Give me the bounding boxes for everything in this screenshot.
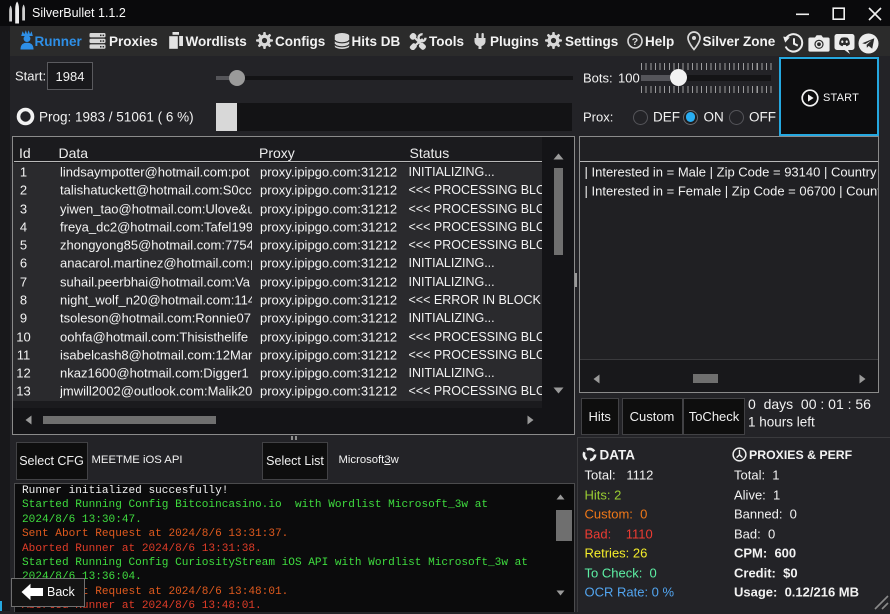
svg-text:?: ? (632, 36, 638, 48)
